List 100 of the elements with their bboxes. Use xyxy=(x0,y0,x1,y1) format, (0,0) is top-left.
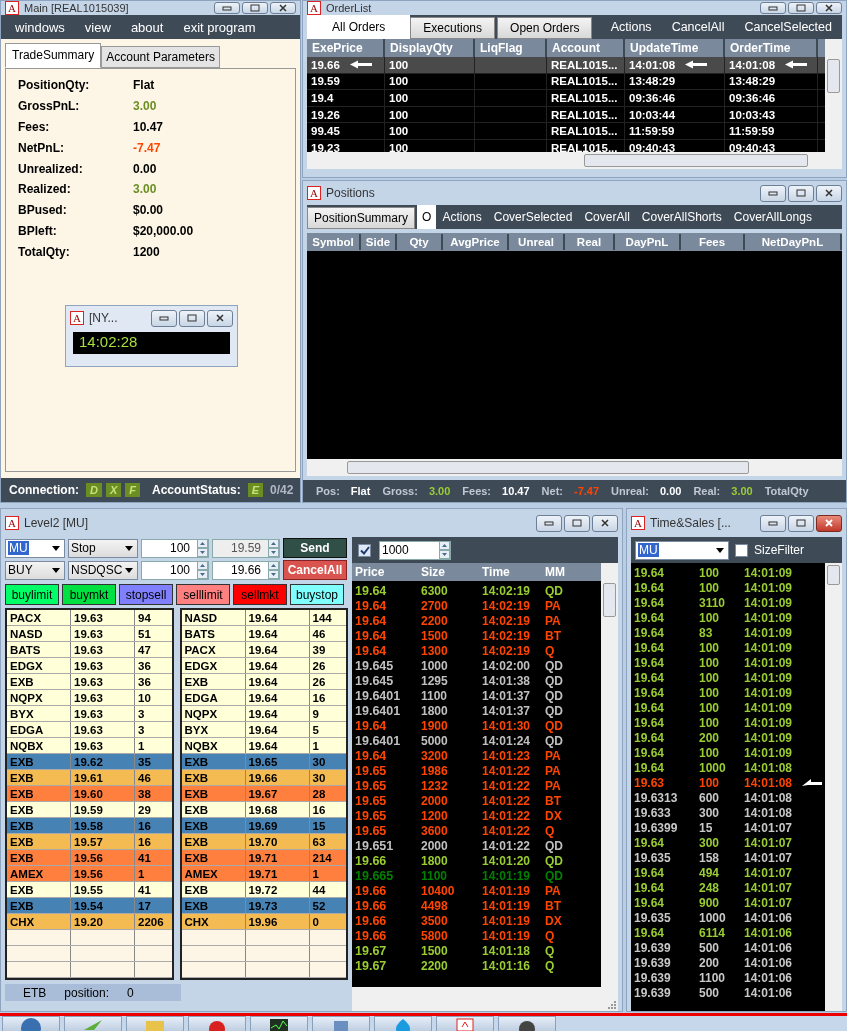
taskbar-button[interactable] xyxy=(498,1016,556,1031)
action-link[interactable]: Actions xyxy=(436,205,488,229)
route-dropdown[interactable]: NSDQSC xyxy=(68,560,138,580)
minimize-button[interactable] xyxy=(151,309,177,327)
tab[interactable]: Account Parameters xyxy=(101,46,220,68)
market-maker-cell-text: QD xyxy=(544,868,564,883)
order-button[interactable]: buymkt xyxy=(62,584,116,605)
close-button[interactable] xyxy=(816,184,842,202)
action-link[interactable]: CancelAll xyxy=(661,15,735,39)
maximize-button[interactable] xyxy=(788,2,814,14)
symbol-dropdown[interactable]: MU xyxy=(5,538,65,558)
minimize-button[interactable] xyxy=(760,2,786,14)
order-button[interactable]: selllimit xyxy=(176,584,230,605)
menu-item[interactable]: about xyxy=(130,19,164,35)
price-field[interactable]: 19.66 xyxy=(212,560,280,580)
column-header[interactable]: Size xyxy=(418,565,479,579)
time-cell-text: 14:01:23 xyxy=(481,748,532,763)
order-row[interactable]: 19.4 100 REAL1015... 09:36:46 09:36:46 xyxy=(307,90,825,107)
order-button[interactable]: sellmkt xyxy=(233,584,287,605)
close-button[interactable] xyxy=(592,514,618,532)
tab[interactable]: Executions xyxy=(410,17,496,39)
order-type-dropdown[interactable]: Stop xyxy=(68,538,138,558)
window-title: [NY... xyxy=(89,311,118,325)
size-filter-field[interactable]: 1000 xyxy=(379,540,451,560)
market-maker-cell-text: Q xyxy=(544,943,556,958)
size-cell-text: 600 xyxy=(698,790,721,805)
close-button[interactable] xyxy=(816,2,842,14)
action-link[interactable]: CoverAllLongs xyxy=(727,205,818,229)
time-cell-text: 14:02:19 xyxy=(481,628,532,643)
table-cell: 19.68 xyxy=(245,802,310,817)
time-cell-text: 14:01:08 xyxy=(743,805,794,820)
taskbar-button[interactable] xyxy=(250,1016,308,1031)
column-header[interactable]: Real xyxy=(565,234,615,250)
column-header[interactable]: Fees xyxy=(681,234,745,250)
table-cell: 19.23 xyxy=(311,141,340,152)
close-button[interactable] xyxy=(207,309,233,327)
time-cell-text: 14:01:06 xyxy=(743,985,794,1000)
scrollbar[interactable] xyxy=(825,39,842,152)
table-cell: EXB xyxy=(7,770,71,785)
column-header[interactable]: NetDayPnL xyxy=(745,234,842,250)
scrollbar[interactable] xyxy=(307,459,842,476)
order-button[interactable]: stopsell xyxy=(119,584,173,605)
action-link[interactable]: Actions xyxy=(600,15,662,39)
column-header[interactable]: DayPnL xyxy=(615,234,681,250)
order-row[interactable]: 99.45 100 REAL1015... 11:59:59 11:59:59 xyxy=(307,123,825,140)
column-header[interactable]: Qty xyxy=(397,234,443,250)
tab[interactable]: Open Orders xyxy=(497,17,593,39)
order-button[interactable]: buylimit xyxy=(5,584,59,605)
order-row[interactable]: 19.59 100 REAL1015... 13:48:29 13:48:29 xyxy=(307,73,825,91)
size-cell-text: 100 xyxy=(698,610,721,625)
tab[interactable]: O xyxy=(417,205,437,229)
size-cell-text: 1100 xyxy=(420,688,449,703)
send-button[interactable]: Send xyxy=(283,538,347,558)
maximize-button[interactable] xyxy=(788,514,814,532)
side-dropdown[interactable]: BUY xyxy=(5,560,65,580)
menu-item[interactable]: exit program xyxy=(183,19,256,35)
symbol-dropdown[interactable]: MU xyxy=(635,540,729,560)
table-cell-text: 46 xyxy=(311,626,327,641)
menu-item[interactable]: view xyxy=(84,19,111,35)
size-cell-text: 300 xyxy=(698,805,721,820)
checkbox[interactable] xyxy=(358,543,371,557)
tab[interactable]: PositionSummary xyxy=(307,207,416,229)
column-header[interactable]: Symbol xyxy=(307,234,361,250)
column-header[interactable]: Price xyxy=(352,565,418,579)
action-link[interactable]: CoverSelected xyxy=(487,205,579,229)
tab[interactable]: TradeSummary xyxy=(5,43,102,68)
scrollbar[interactable] xyxy=(825,563,842,1011)
maximize-button[interactable] xyxy=(564,514,590,532)
checkbox[interactable] xyxy=(735,543,748,557)
scrollbar[interactable] xyxy=(307,152,842,169)
table-cell: 19.64 xyxy=(245,738,310,753)
column-header[interactable]: AvgPrice xyxy=(443,234,509,250)
minimize-button[interactable] xyxy=(536,514,562,532)
quantity-field[interactable]: 100 xyxy=(141,560,209,580)
tab[interactable]: All Orders xyxy=(307,15,411,39)
maximize-button[interactable] xyxy=(179,309,205,327)
quantity-field[interactable]: 100 xyxy=(141,538,209,558)
scrollbar[interactable] xyxy=(601,563,618,987)
cancel-all-button[interactable]: CancelAll xyxy=(283,560,347,580)
order-row[interactable]: 19.26 100 REAL1015... 10:03:44 10:03:43 xyxy=(307,106,825,124)
time-cell-text: 14:01:19 xyxy=(481,913,532,928)
minimize-button[interactable] xyxy=(760,514,786,532)
maximize-button[interactable] xyxy=(788,184,814,202)
column-header[interactable]: MM xyxy=(542,565,575,579)
maximize-button[interactable] xyxy=(242,2,268,14)
column-header[interactable]: Side xyxy=(361,234,397,250)
minimize-icon xyxy=(768,5,778,11)
action-link[interactable]: CancelSelected xyxy=(734,15,842,39)
action-link[interactable]: CoverAll xyxy=(578,205,636,229)
close-button[interactable] xyxy=(270,2,296,14)
order-button[interactable]: buystop xyxy=(290,584,344,605)
order-row[interactable]: 19.66 100 REAL1015... 14:01:08 14:01:08 xyxy=(307,57,825,74)
close-button[interactable] xyxy=(816,514,842,532)
action-link[interactable]: CoverAllShorts xyxy=(635,205,728,229)
menu-item[interactable]: windows xyxy=(15,19,65,35)
market-maker-cell-text: QD xyxy=(544,733,564,748)
minimize-button[interactable] xyxy=(760,184,786,202)
column-header[interactable]: Unreal xyxy=(509,234,565,250)
minimize-button[interactable] xyxy=(214,2,240,14)
column-header[interactable]: Time xyxy=(479,565,542,579)
